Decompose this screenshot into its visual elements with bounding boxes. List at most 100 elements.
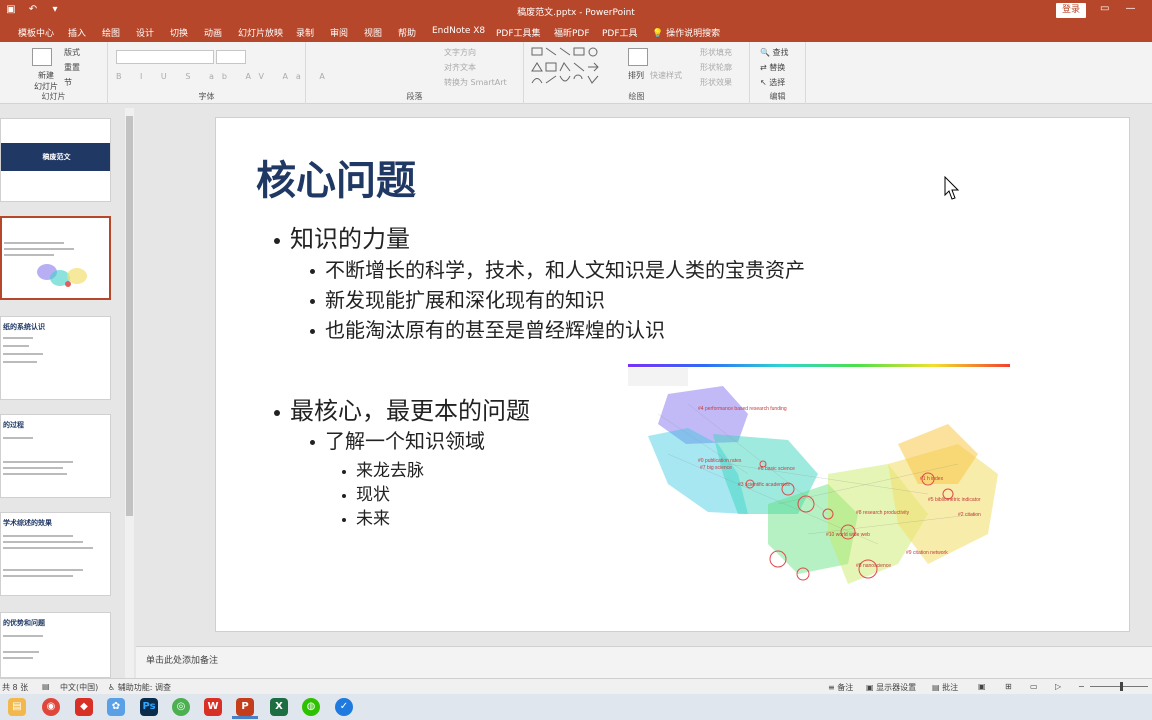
powerpoint-icon[interactable]: P: [236, 698, 254, 716]
slide-thumbnail-3[interactable]: 纸的系统认识: [0, 316, 111, 400]
bullet-level-1: 最核心，最更本的问题: [274, 391, 530, 426]
photoshop-icon[interactable]: Ps: [140, 698, 158, 716]
arrange-icon[interactable]: [628, 48, 648, 66]
thumbnail-title: 纸的系统认识: [3, 323, 45, 331]
citespace-cluster-visualization[interactable]: #4 performance based research funding #0…: [628, 364, 1012, 596]
thumbnail-text-line: [3, 651, 39, 653]
chrome-icon[interactable]: ◎: [172, 698, 190, 716]
thumbnail-text-line: [4, 254, 54, 256]
tab-endnote[interactable]: EndNote X8: [432, 26, 485, 36]
tab-slideshow[interactable]: 幻灯片放映: [238, 26, 283, 39]
quick-styles-button[interactable]: 快速样式: [650, 70, 682, 81]
tab-draw[interactable]: 绘图: [102, 26, 120, 39]
bullet-dot: [310, 440, 315, 445]
slide-thumbnail-2[interactable]: [0, 216, 111, 300]
new-slide-icon[interactable]: [32, 48, 52, 66]
arrange-button[interactable]: 排列: [628, 70, 644, 81]
minimize-icon[interactable]: —: [1125, 3, 1135, 14]
reading-view-icon[interactable]: ▭: [1030, 682, 1038, 691]
align-text-button[interactable]: 对齐文本: [444, 62, 476, 73]
editing-group-label: 编辑: [769, 92, 786, 101]
ribbon-display-icon[interactable]: ▭: [1100, 3, 1109, 14]
normal-view-icon[interactable]: ▣: [978, 682, 986, 691]
zoom-slider-thumb[interactable]: [1120, 682, 1123, 691]
thumbnail-text-line: [3, 437, 33, 439]
slides-group-label: 幻灯片: [41, 92, 66, 101]
slide-thumbnail-6[interactable]: 的优势和问题: [0, 612, 111, 678]
thumbnail-visualization: [37, 264, 87, 287]
tab-search-help[interactable]: 💡 操作说明搜索: [652, 26, 720, 39]
browser-icon[interactable]: ◉: [42, 698, 60, 716]
notes-toggle[interactable]: ≡ 备注: [828, 682, 853, 693]
thumbnail-scrollbar[interactable]: [125, 108, 134, 678]
tab-template-center[interactable]: 模板中心: [18, 26, 54, 39]
section-button[interactable]: 节: [64, 77, 72, 88]
thumbnail-text-line: [3, 345, 29, 347]
replace-button[interactable]: ⇄ 替换: [760, 62, 785, 73]
cluster-label: #9 citation network: [906, 550, 948, 556]
tab-insert[interactable]: 插入: [68, 26, 86, 39]
font-format-buttons[interactable]: B I U S ab AV Aa A: [116, 72, 333, 81]
slide-title[interactable]: 核心问题: [256, 148, 416, 206]
thumbnail-title: 学术综述的效果: [3, 519, 52, 527]
convert-smartart-button[interactable]: 转换为 SmartArt: [444, 77, 507, 88]
font-size-box[interactable]: [216, 50, 246, 64]
tab-help[interactable]: 帮助: [398, 26, 416, 39]
font-group: B I U S ab AV Aa A 字体: [108, 42, 325, 104]
bullet-level-3: 未来: [342, 504, 390, 529]
comments-label: 批注: [942, 683, 959, 692]
select-button[interactable]: ↖ 选择: [760, 77, 785, 88]
app-icon[interactable]: ✿: [107, 698, 125, 716]
app-icon[interactable]: ◆: [75, 698, 93, 716]
shape-fill-button[interactable]: 形状填充: [700, 47, 732, 58]
current-slide[interactable]: 核心问题 知识的力量 不断增长的科学，技术，和人文知识是人类的宝贵资产 新发现能…: [215, 117, 1130, 632]
wechat-icon[interactable]: ◍: [302, 698, 320, 716]
language-indicator[interactable]: 中文(中国): [60, 682, 98, 693]
bullet-text: 也能淘汰原有的甚至是曾经辉煌的认识: [325, 318, 665, 342]
bullet-dot: [342, 469, 346, 474]
font-name-box[interactable]: [116, 50, 214, 64]
slide-sorter-icon[interactable]: ⊞: [1005, 682, 1012, 691]
tab-view[interactable]: 视图: [364, 26, 382, 39]
find-button[interactable]: 🔍 查找: [760, 47, 789, 58]
tab-design[interactable]: 设计: [136, 26, 154, 39]
shapes-gallery-icon[interactable]: [530, 46, 610, 86]
tab-animations[interactable]: 动画: [204, 26, 222, 39]
display-settings-button[interactable]: ▣ 显示器设置: [866, 682, 916, 693]
accessibility-status[interactable]: ♿ 辅助功能: 调查: [108, 682, 171, 693]
text-direction-button[interactable]: 文字方向: [444, 47, 476, 58]
zoom-slider[interactable]: [1090, 686, 1148, 687]
scrollbar-thumb[interactable]: [126, 116, 133, 516]
zoom-out-icon[interactable]: −: [1078, 682, 1085, 691]
spellcheck-icon[interactable]: ▤: [42, 682, 50, 691]
bullet-dot: [342, 517, 346, 522]
thumbnail-title: 的优势和问题: [3, 619, 45, 627]
shape-effects-button[interactable]: 形状效果: [700, 77, 732, 88]
tab-review[interactable]: 审阅: [330, 26, 348, 39]
tab-pdf-tools-set[interactable]: PDF工具集: [496, 26, 541, 39]
tab-pdf-tools[interactable]: PDF工具: [602, 26, 638, 39]
excel-icon[interactable]: X: [270, 698, 288, 716]
bullet-dot: [342, 493, 346, 498]
login-button[interactable]: 登录: [1056, 3, 1086, 18]
document-title: 稿废范文.pptx - PowerPoint: [517, 8, 635, 18]
wps-icon[interactable]: W: [204, 698, 222, 716]
comments-button[interactable]: ▤ 批注: [932, 682, 958, 693]
shape-outline-button[interactable]: 形状轮廓: [700, 62, 732, 73]
tab-record[interactable]: 录制: [296, 26, 314, 39]
file-explorer-icon[interactable]: ▤: [8, 698, 26, 716]
menu-tabs: 模板中心 插入 绘图 设计 切换 动画 幻灯片放映 录制 审阅 视图 帮助 En…: [0, 22, 1152, 42]
slide-thumbnail-1[interactable]: 稿废范文: [0, 118, 111, 202]
notes-pane[interactable]: 单击此处添加备注: [136, 646, 1152, 678]
tab-transitions[interactable]: 切换: [170, 26, 188, 39]
tab-foxit-pdf[interactable]: 福昕PDF: [554, 26, 590, 39]
slideshow-icon[interactable]: ▷: [1055, 682, 1061, 691]
slide-thumbnail-4[interactable]: 的过程: [0, 414, 111, 498]
new-slide-button[interactable]: 新建 幻灯片: [34, 70, 58, 92]
bullet-text: 现状: [356, 485, 390, 505]
app-icon[interactable]: ✓: [335, 698, 353, 716]
reset-button[interactable]: 重置: [64, 62, 80, 73]
layout-button[interactable]: 版式: [64, 47, 80, 58]
cluster-label: #1 h index: [920, 476, 944, 482]
slide-thumbnail-5[interactable]: 学术综述的效果: [0, 512, 111, 596]
